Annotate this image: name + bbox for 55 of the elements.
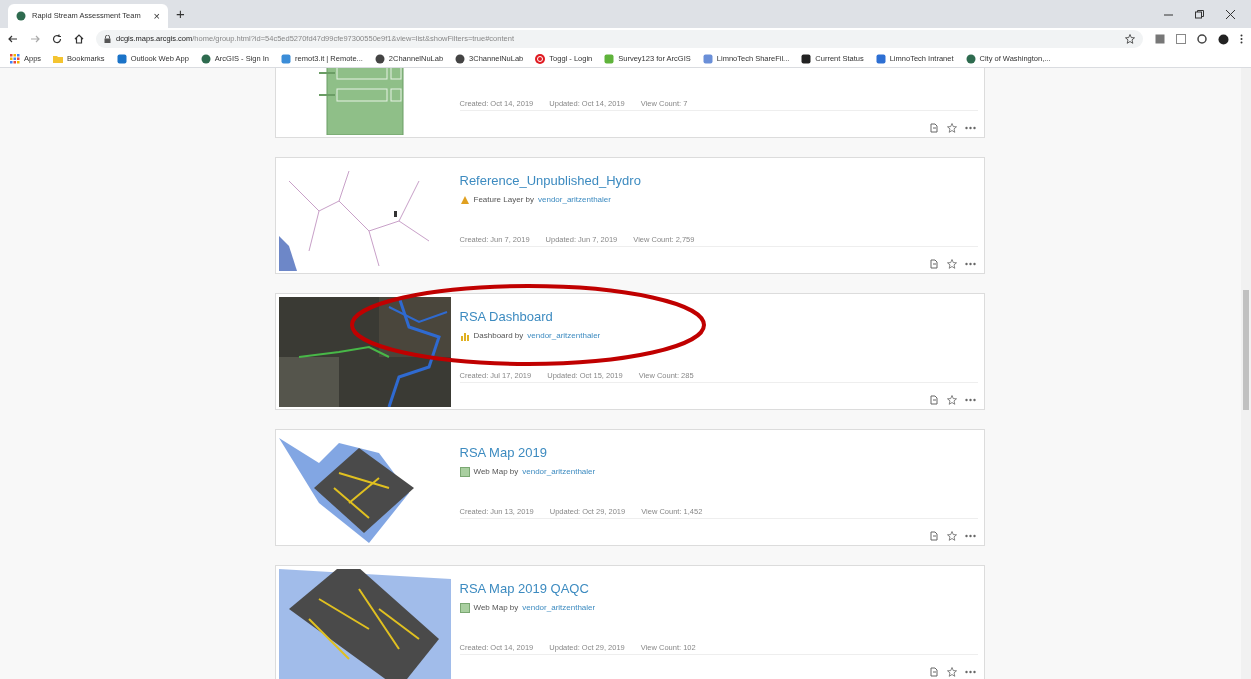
star-icon[interactable] bbox=[946, 667, 957, 677]
map-icon bbox=[459, 603, 470, 613]
globe-icon bbox=[16, 11, 26, 21]
apps-grid-icon bbox=[10, 53, 20, 64]
app-icon bbox=[281, 53, 292, 64]
owner-link[interactable]: vendor_aritzenthaler bbox=[527, 330, 601, 342]
more-icon[interactable] bbox=[964, 670, 976, 674]
new-tab-button[interactable]: + bbox=[176, 2, 185, 25]
globe-icon bbox=[965, 53, 976, 64]
app-icon bbox=[604, 53, 615, 64]
menu-icon[interactable] bbox=[1240, 34, 1243, 44]
star-icon[interactable] bbox=[946, 123, 957, 133]
home-icon[interactable] bbox=[74, 34, 84, 44]
back-icon[interactable] bbox=[8, 34, 18, 44]
item-title-link[interactable]: RSA Dashboard bbox=[459, 306, 553, 326]
feature-layer-icon bbox=[459, 195, 470, 205]
power-icon bbox=[535, 53, 546, 64]
restore-icon[interactable] bbox=[1195, 9, 1204, 19]
close-icon[interactable] bbox=[1226, 9, 1235, 19]
scrollbar-thumb[interactable] bbox=[1243, 290, 1249, 410]
tab-close-button[interactable]: × bbox=[153, 7, 160, 25]
app-icon bbox=[875, 53, 886, 64]
more-icon[interactable] bbox=[964, 126, 976, 130]
star-icon[interactable] bbox=[1125, 34, 1135, 44]
star-icon[interactable] bbox=[946, 395, 957, 405]
item-type: Web Map by bbox=[473, 466, 519, 478]
item-type: Web Map by bbox=[473, 602, 519, 614]
owner-link[interactable]: vendor_aritzenthaler bbox=[522, 466, 596, 478]
globe-icon bbox=[455, 53, 466, 64]
app-icon bbox=[702, 53, 713, 64]
extension-icon[interactable] bbox=[1197, 34, 1207, 44]
scrollbar[interactable] bbox=[1241, 68, 1251, 679]
star-icon[interactable] bbox=[946, 531, 957, 541]
more-icon[interactable] bbox=[964, 534, 976, 538]
folder-icon bbox=[53, 53, 64, 64]
forward-icon[interactable] bbox=[30, 34, 40, 44]
globe-icon bbox=[200, 53, 211, 64]
owner-link[interactable]: vendor_aritzenthaler bbox=[538, 194, 611, 206]
app-icon bbox=[801, 53, 812, 64]
map-icon bbox=[459, 467, 470, 477]
profile-icon[interactable] bbox=[1218, 33, 1229, 45]
lock-icon bbox=[104, 35, 111, 43]
globe-icon bbox=[374, 53, 385, 64]
more-icon[interactable] bbox=[964, 262, 976, 266]
bar-chart-icon bbox=[459, 331, 470, 341]
reload-icon[interactable] bbox=[52, 34, 62, 44]
item-title-link[interactable]: Reference_Unpublished_Hydro bbox=[459, 170, 641, 190]
item-title-link[interactable]: RSA Map 2019 QAQC bbox=[459, 578, 589, 598]
owner-link[interactable]: vendor_aritzenthaler bbox=[522, 602, 596, 614]
star-icon[interactable] bbox=[946, 259, 957, 269]
item-title-link[interactable]: RSA Map 2019 bbox=[459, 442, 547, 462]
app-icon bbox=[116, 53, 127, 64]
item-type: Feature Layer by bbox=[473, 194, 534, 206]
item-type: Dashboard by bbox=[473, 330, 524, 342]
more-icon[interactable] bbox=[964, 398, 976, 402]
